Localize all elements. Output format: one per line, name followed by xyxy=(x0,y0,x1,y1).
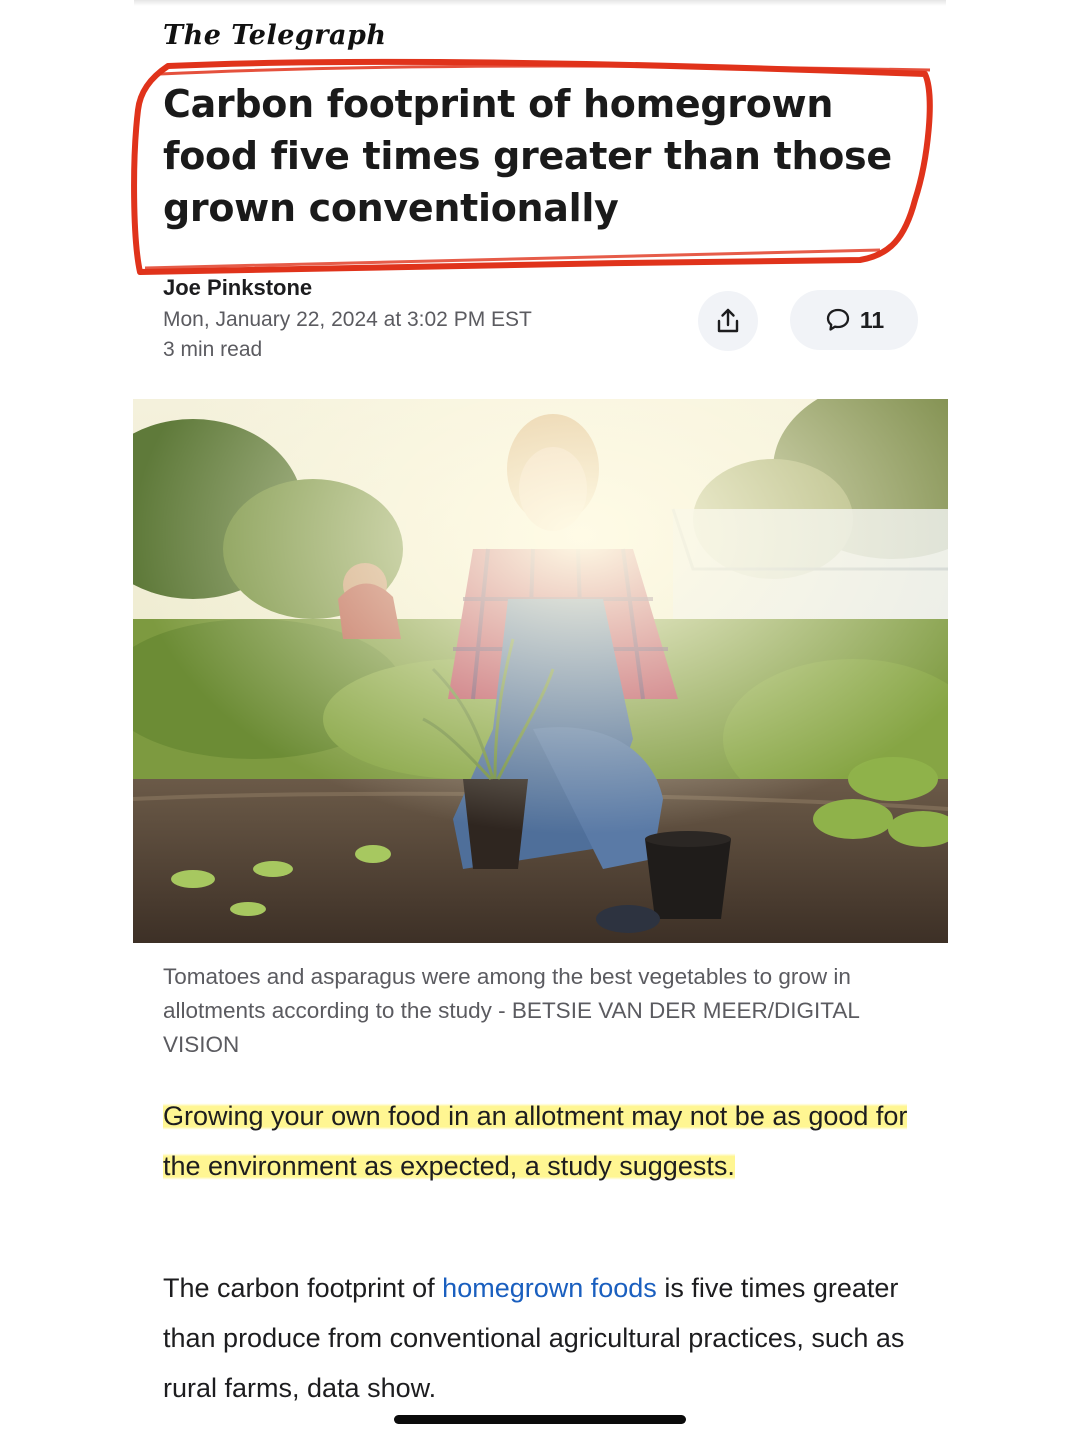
comment-count: 11 xyxy=(859,306,885,333)
gardening-photo-illustration xyxy=(133,399,948,943)
body-paragraph-2: The carbon footprint of homegrown foods … xyxy=(163,1263,943,1413)
article-photo[interactable] xyxy=(133,399,948,943)
read-time: 3 min read xyxy=(163,338,263,361)
highlighted-text: Growing your own food in an allotment ma… xyxy=(163,1101,908,1181)
comment-bubble-icon xyxy=(826,308,849,331)
publisher-logo[interactable]: The Telegraph xyxy=(163,20,387,51)
article-headline: Carbon footprint of homegrown food five … xyxy=(163,82,892,230)
photo-caption: Tomatoes and asparagus were among the be… xyxy=(163,964,860,1057)
body-paragraph-1: Growing your own food in an allotment ma… xyxy=(163,1091,923,1191)
page-top-shadow xyxy=(134,0,946,6)
share-icon xyxy=(717,308,739,333)
comments-button[interactable]: 11 xyxy=(790,290,918,350)
paragraph-2-text-before: The carbon footprint of xyxy=(163,1273,443,1303)
share-button[interactable] xyxy=(698,291,758,351)
author-name[interactable]: Joe Pinkstone xyxy=(163,275,312,301)
homegrown-foods-link[interactable]: homegrown foods xyxy=(442,1273,657,1303)
publish-date: Mon, January 22, 2024 at 3:02 PM EST xyxy=(163,308,532,331)
home-indicator-bar[interactable] xyxy=(394,1415,686,1424)
